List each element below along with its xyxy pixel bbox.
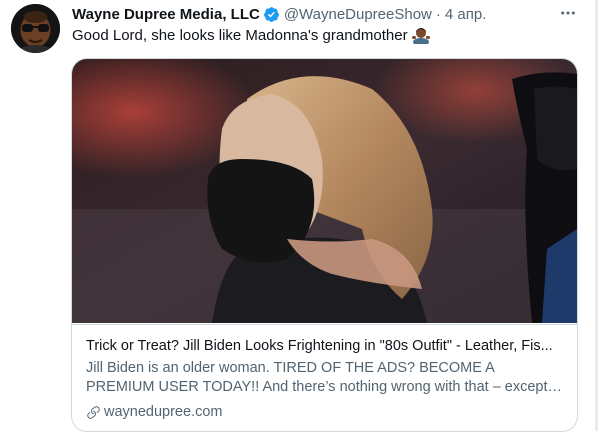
tweet-text-content: Good Lord, she looks like Madonna's gran… — [72, 26, 408, 44]
author-name[interactable]: Wayne Dupree Media, LLC — [72, 6, 260, 23]
card-domain-row[interactable]: waynedupree.com — [86, 403, 563, 422]
tweet-header: Wayne Dupree Media, LLC @WayneDupreeShow… — [72, 4, 568, 24]
man-shrugging-emoji — [411, 26, 430, 44]
tweet[interactable]: Wayne Dupree Media, LLC @WayneDupreeShow… — [0, 0, 598, 432]
tweet-text: Good Lord, she looks like Madonna's gran… — [72, 26, 430, 44]
separator: · — [435, 5, 441, 23]
card-description: Jill Biden is an older woman. TIRED OF T… — [86, 360, 548, 395]
link-icon — [86, 405, 101, 420]
link-card[interactable]: Trick or Treat? Jill Biden Looks Frighte… — [71, 58, 578, 432]
verified-badge-icon — [263, 6, 280, 23]
author-handle[interactable]: @WayneDupreeShow — [284, 6, 432, 23]
card-title[interactable]: Trick or Treat? Jill Biden Looks Frighte… — [86, 337, 563, 355]
avatar[interactable] — [11, 4, 60, 53]
card-meta[interactable]: Trick or Treat? Jill Biden Looks Frighte… — [72, 324, 577, 431]
card-image[interactable] — [72, 59, 577, 323]
card-domain[interactable]: waynedupree.com — [104, 403, 223, 422]
more-options-icon[interactable] — [558, 3, 578, 23]
timestamp[interactable]: 4 апр. — [445, 6, 486, 23]
